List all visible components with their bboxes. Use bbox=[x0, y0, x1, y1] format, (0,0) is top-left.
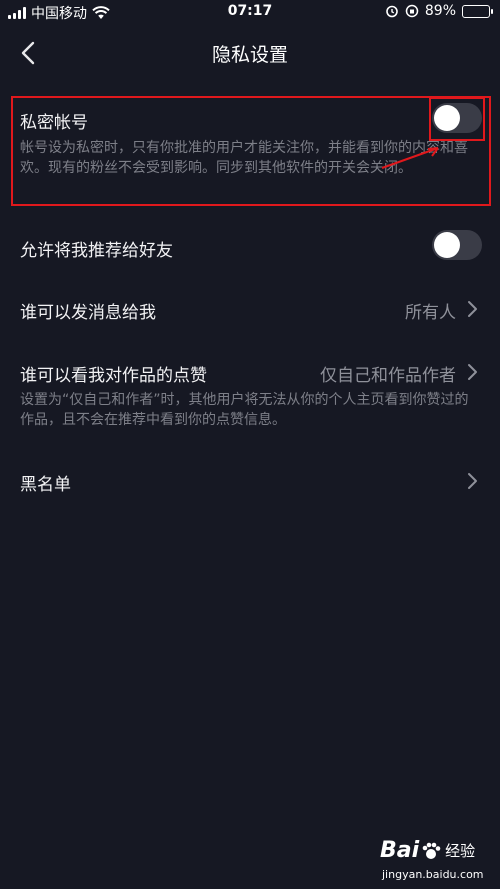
alarm-icon bbox=[386, 5, 398, 18]
baidu-jingyan-watermark: Bai 经验 jingyan.baidu.com bbox=[380, 838, 492, 886]
orientation-lock-icon bbox=[405, 4, 419, 18]
battery-icon bbox=[462, 4, 493, 18]
annotation-toggle-highlight bbox=[429, 97, 485, 141]
toggle-knob bbox=[434, 232, 460, 258]
nav-bar: 隐私设置 bbox=[0, 26, 500, 80]
chevron-right-icon bbox=[468, 301, 477, 317]
annotation-arrow bbox=[381, 147, 439, 169]
who-can-message-value: 所有人 bbox=[405, 303, 456, 323]
who-can-see-likes-description: 设置为“仅自己和作者”时，其他用户将无法从你的个人主页看到你赞过的作品，且不会在… bbox=[20, 392, 469, 428]
watermark-url: jingyan.baidu.com bbox=[382, 868, 484, 881]
watermark-suffix: 经验 bbox=[445, 842, 476, 860]
chevron-right-icon bbox=[468, 364, 477, 380]
paw-icon bbox=[422, 842, 441, 859]
who-can-see-likes-value: 仅自己和作品作者 bbox=[320, 366, 456, 386]
chevron-right-icon bbox=[468, 473, 477, 489]
page-title: 隐私设置 bbox=[211, 44, 288, 66]
status-right: 89% bbox=[385, 3, 493, 19]
status-bar: 中国移动 07:17 89% bbox=[0, 0, 500, 26]
blacklist-label: 黑名单 bbox=[20, 475, 71, 495]
watermark-brand: Bai bbox=[380, 838, 420, 863]
who-can-message-label: 谁可以发消息给我 bbox=[20, 303, 156, 323]
recommend-friends-label: 允许将我推荐给好友 bbox=[20, 241, 173, 261]
who-can-see-likes-label: 谁可以看我对作品的点赞 bbox=[20, 366, 207, 386]
battery-percent: 89% bbox=[424, 3, 456, 19]
recommend-friends-toggle[interactable] bbox=[432, 230, 482, 260]
